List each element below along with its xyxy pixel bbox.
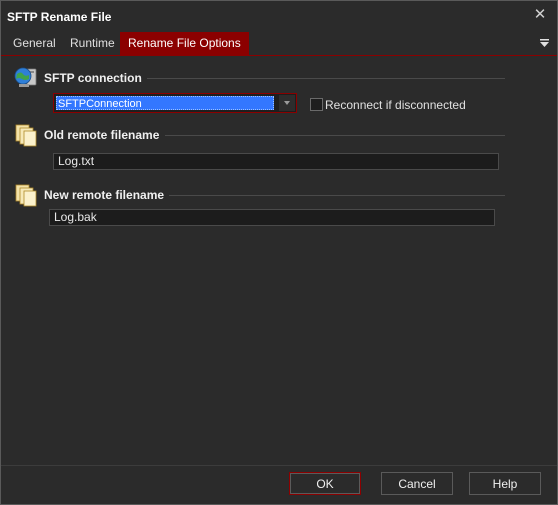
new-filename-title: New remote filename (44, 188, 165, 202)
tab-rename-file-options[interactable]: Rename File Options (120, 32, 249, 55)
divider (165, 135, 505, 136)
footer-divider (1, 465, 557, 466)
new-filename-input[interactable] (49, 209, 495, 226)
tab-runtime[interactable]: Runtime (62, 32, 123, 55)
sftp-connection-title: SFTP connection (44, 71, 142, 85)
sftp-connection-value: SFTPConnection (56, 96, 274, 110)
chevron-down-icon[interactable] (279, 95, 295, 111)
close-icon[interactable]: ✕ (531, 6, 549, 24)
sftp-connection-select[interactable]: SFTPConnection (53, 93, 297, 113)
dialog-window: SFTP Rename File ✕ General Runtime Renam… (0, 0, 558, 505)
title-bar[interactable]: SFTP Rename File ✕ (1, 1, 557, 31)
cancel-button[interactable]: Cancel (381, 472, 453, 495)
files-icon (13, 122, 39, 148)
old-filename-title: Old remote filename (44, 128, 160, 142)
tab-menu-icon[interactable] (539, 36, 551, 50)
reconnect-label[interactable]: Reconnect if disconnected (325, 98, 466, 112)
old-filename-input[interactable] (53, 153, 499, 170)
divider (169, 195, 505, 196)
help-button[interactable]: Help (469, 472, 541, 495)
reconnect-checkbox[interactable] (310, 98, 323, 111)
window-title: SFTP Rename File (7, 10, 112, 24)
tab-bar: General Runtime Rename File Options (1, 32, 557, 56)
ok-button[interactable]: OK (289, 472, 361, 495)
files-icon (13, 182, 39, 208)
divider (147, 78, 505, 79)
globe-computer-icon (13, 65, 39, 91)
tab-general[interactable]: General (5, 32, 64, 55)
